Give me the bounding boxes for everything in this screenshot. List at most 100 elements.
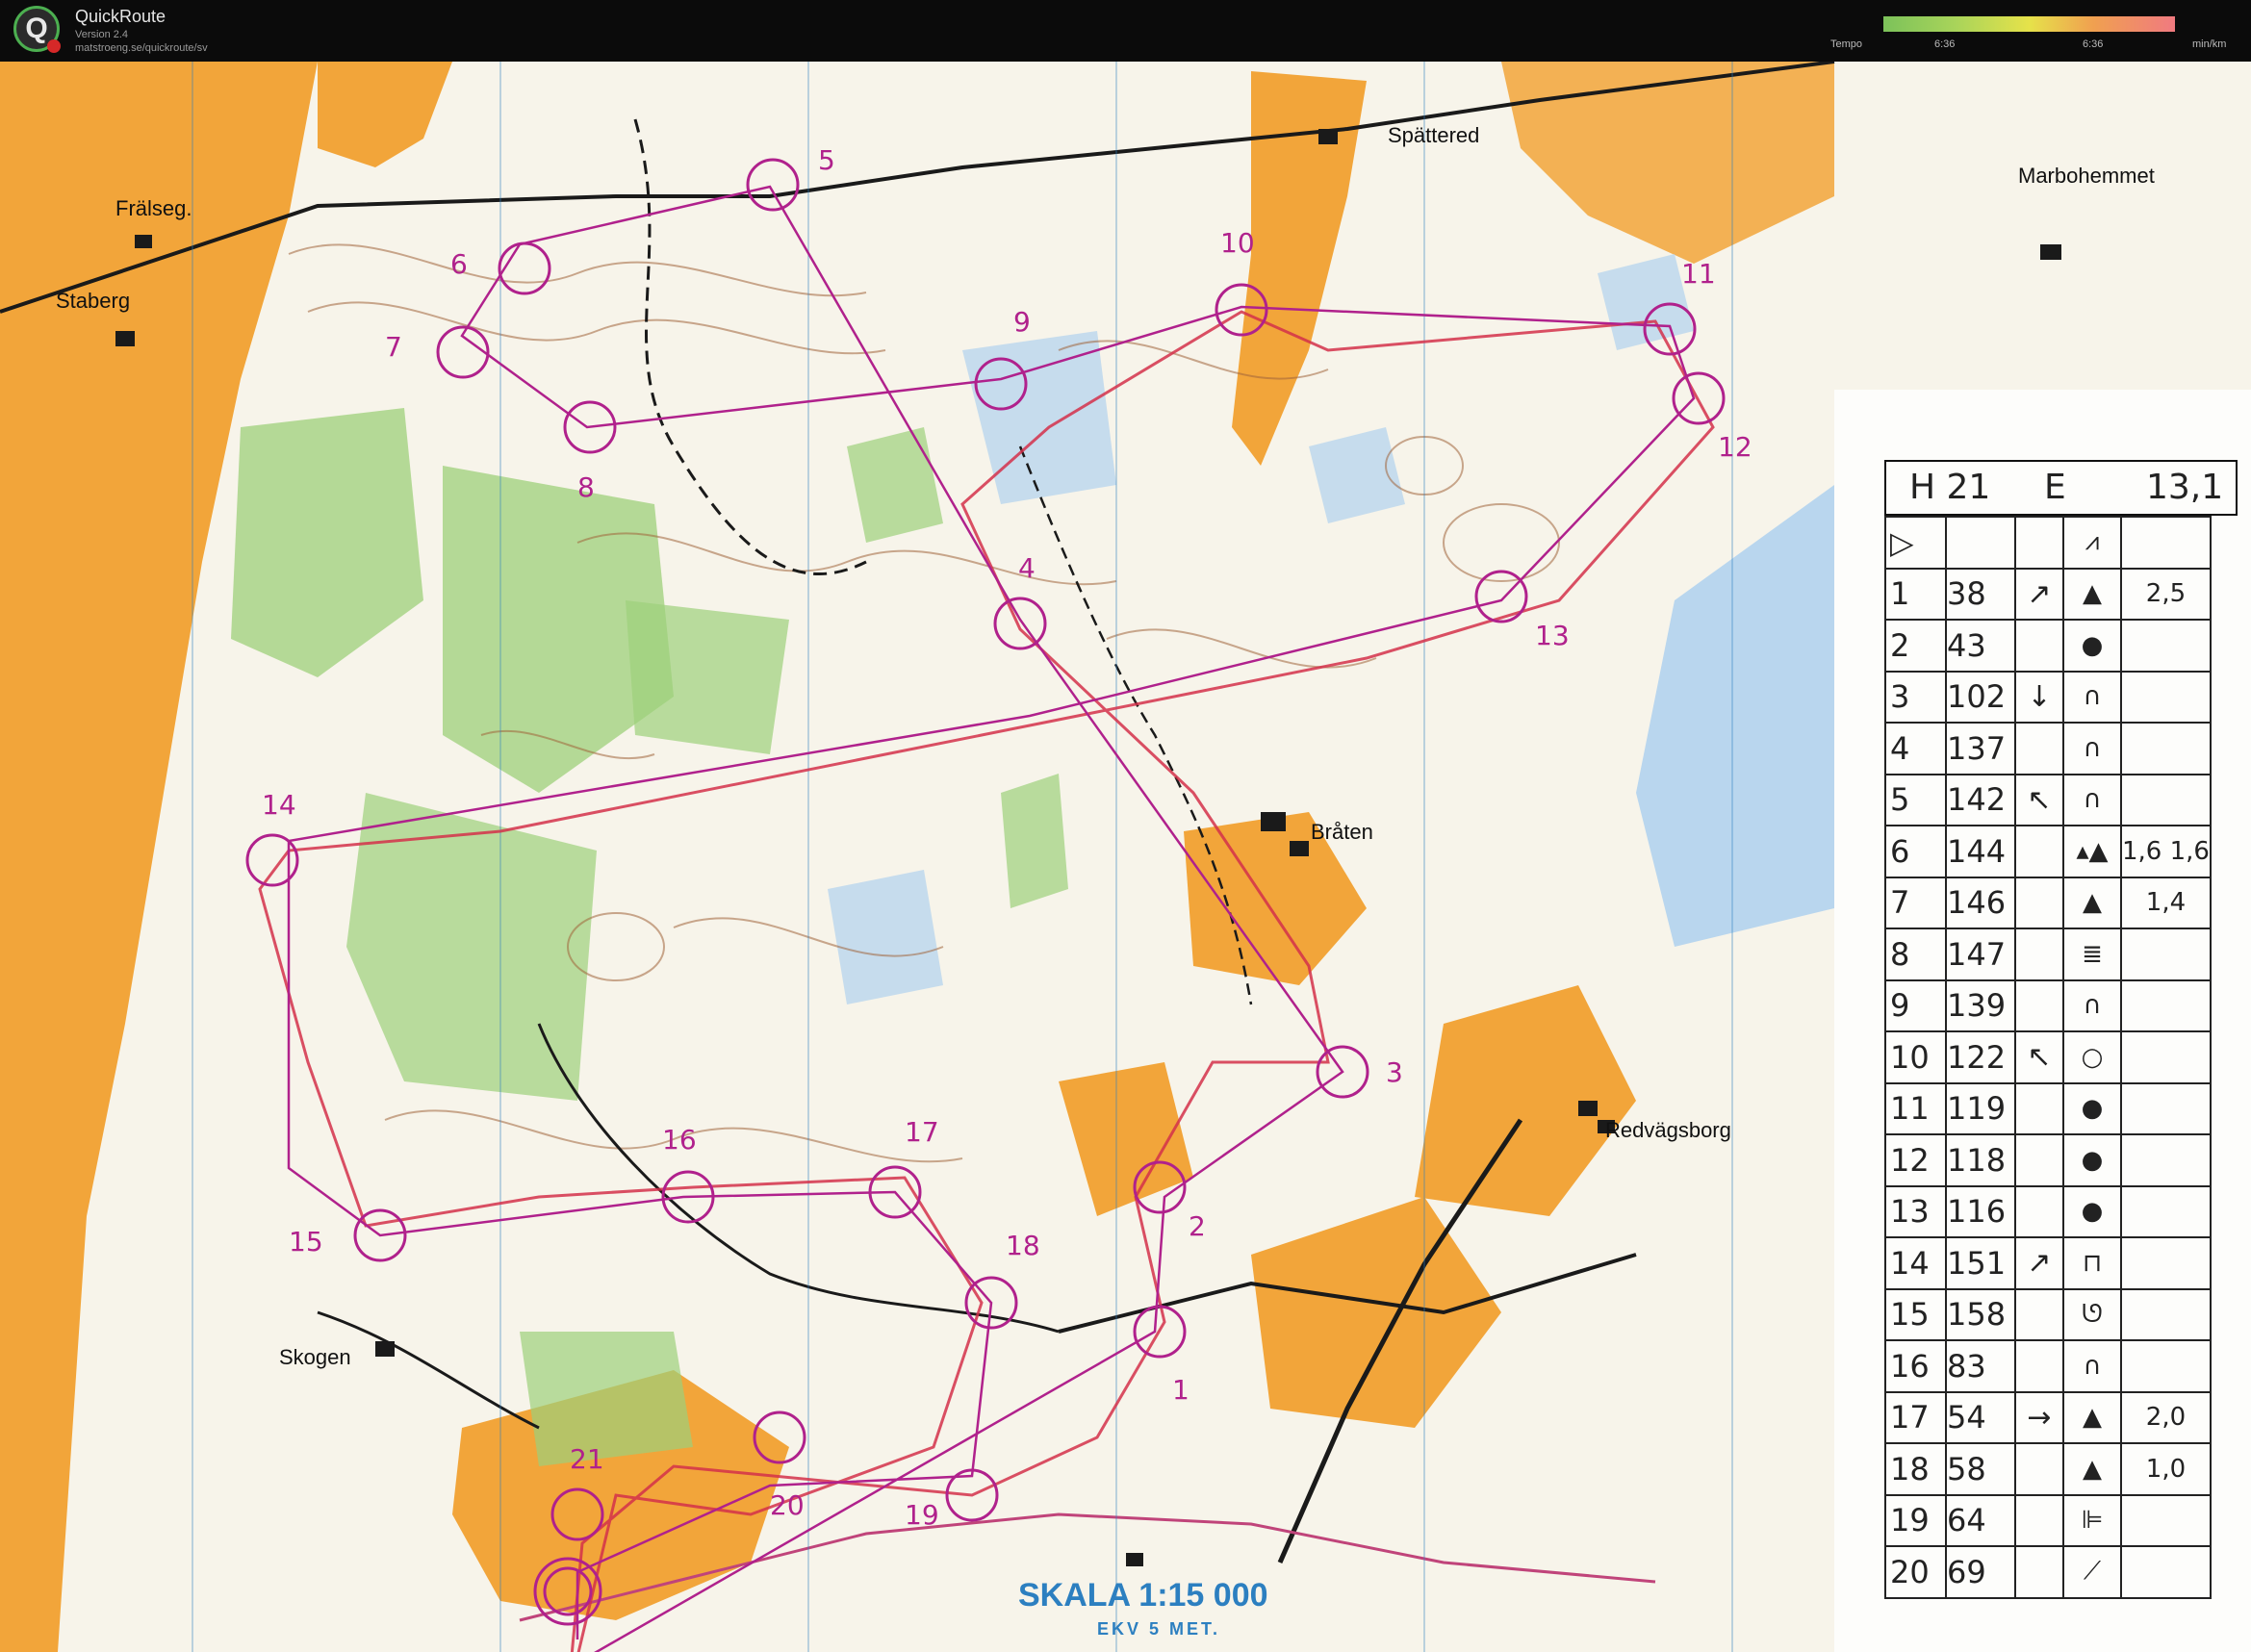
feature-symbol-icon: ≣ xyxy=(2062,928,2122,981)
direction-icon xyxy=(2014,722,2064,775)
feature-symbol-icon: ▴▲ xyxy=(2062,825,2122,878)
control-card-header: H 21 E 13,1 xyxy=(1884,460,2238,516)
control-number: 3 xyxy=(1884,670,1947,724)
place-skogen: Skogen xyxy=(279,1345,351,1369)
place-redvagsborg: Redvägsborg xyxy=(1605,1118,1731,1142)
tempo-label: Tempo xyxy=(1830,38,1863,50)
app-version: Version 2.4 xyxy=(75,29,129,40)
direction-icon xyxy=(2014,825,2064,878)
feature-size xyxy=(2120,1493,2212,1547)
control-number: 8 xyxy=(1884,928,1947,981)
control-row: 12 118 ● xyxy=(1884,1133,2212,1187)
control-number: 20 xyxy=(1884,1545,1947,1599)
green-area-7 xyxy=(1001,774,1068,908)
control-code: 122 xyxy=(1945,1030,2016,1084)
control-code: 147 xyxy=(1945,928,2016,981)
control-number-20: 20 xyxy=(770,1489,805,1521)
tempo-color-scale[interactable] xyxy=(1883,16,2175,32)
map-scale: SKALA 1:15 000 xyxy=(1018,1577,1268,1614)
control-number: 16 xyxy=(1884,1339,1947,1393)
control-code: 118 xyxy=(1945,1133,2016,1187)
feature-symbol-icon: ∩ xyxy=(2062,722,2122,775)
direction-icon xyxy=(2014,1081,2064,1135)
control-number-7: 7 xyxy=(385,331,402,363)
control-number: 9 xyxy=(1884,978,1947,1032)
control-number: 10 xyxy=(1884,1030,1947,1084)
place-braten: Bråten xyxy=(1311,820,1373,844)
marsh-2 xyxy=(828,870,943,1004)
control-number-4: 4 xyxy=(1018,552,1036,584)
direction-icon: ↖ xyxy=(2014,1030,2064,1084)
control-code: 116 xyxy=(1945,1184,2016,1238)
app-url[interactable]: matstroeng.se/quickroute/sv xyxy=(75,42,208,54)
feature-size xyxy=(2120,670,2212,724)
control-number: 17 xyxy=(1884,1390,1947,1444)
direction-icon: ↗ xyxy=(2014,567,2064,621)
app-name: QuickRoute xyxy=(75,7,166,26)
feature-symbol-icon: ∩ xyxy=(2062,670,2122,724)
feature-size xyxy=(2120,1236,2212,1290)
place-staberg: Staberg xyxy=(56,289,130,313)
control-number: 5 xyxy=(1884,773,1947,826)
direction-icon: → xyxy=(2014,1390,2064,1444)
control-row: 15 158 ᘎ xyxy=(1884,1287,2212,1341)
course-length: 13,1 xyxy=(2146,468,2224,507)
control-code: 54 xyxy=(1945,1390,2016,1444)
feature-symbol-icon: ∩ xyxy=(2062,773,2122,826)
feature-size xyxy=(2120,1184,2212,1238)
control-number: 14 xyxy=(1884,1236,1947,1290)
control-number-13: 13 xyxy=(1535,620,1570,651)
feature-size: 1,0 xyxy=(2120,1442,2212,1496)
tempo-mark-high: 6:36 xyxy=(2083,38,2104,50)
feature-symbol-icon: ▲ xyxy=(2062,876,2122,929)
control-number: 2 xyxy=(1884,619,1947,673)
tempo-mark-low: 6:36 xyxy=(1934,38,1956,50)
control-row: 11 119 ● xyxy=(1884,1081,2212,1135)
control-number: 18 xyxy=(1884,1442,1947,1496)
control-row: 19 64 ⊫ xyxy=(1884,1493,2212,1547)
control-row: 2 43 ● xyxy=(1884,619,2212,673)
title-bar: Q QuickRoute Version 2.4 matstroeng.se/q… xyxy=(0,0,2251,62)
course-class: H 21 xyxy=(1909,468,1991,507)
feature-symbol-icon: ● xyxy=(2062,1133,2122,1187)
control-code: 64 xyxy=(1945,1493,2016,1547)
control-number-21: 21 xyxy=(570,1443,604,1475)
control-code: 58 xyxy=(1945,1442,2016,1496)
feature-size xyxy=(2120,773,2212,826)
feature-size: 1,6 1,6 xyxy=(2120,825,2212,878)
feature-symbol-icon: ∩ xyxy=(2062,978,2122,1032)
control-number-8: 8 xyxy=(577,471,595,503)
place-fralseg: Frälseg. xyxy=(115,196,192,220)
control-code: 38 xyxy=(1945,567,2016,621)
control-number-2: 2 xyxy=(1189,1210,1206,1242)
control-number-14: 14 xyxy=(262,789,296,821)
control-number: 13 xyxy=(1884,1184,1947,1238)
logo-dot xyxy=(47,39,61,53)
control-number: 15 xyxy=(1884,1287,1947,1341)
control-code: 119 xyxy=(1945,1081,2016,1135)
feature-symbol-icon: ● xyxy=(2062,1184,2122,1238)
control-number-16: 16 xyxy=(662,1124,697,1156)
control-number: 6 xyxy=(1884,825,1947,878)
control-number: 4 xyxy=(1884,722,1947,775)
direction-icon xyxy=(2014,978,2064,1032)
control-number-18: 18 xyxy=(1006,1230,1040,1261)
direction-icon: ↗ xyxy=(2014,1236,2064,1290)
feature-symbol-icon: ▲ xyxy=(2062,567,2122,621)
direction-icon xyxy=(2014,1184,2064,1238)
control-number-11: 11 xyxy=(1681,258,1716,290)
feature-symbol-icon: ⟋ xyxy=(2062,1545,2122,1599)
direction-icon xyxy=(2014,1545,2064,1599)
quickroute-logo-icon: Q xyxy=(13,6,61,53)
feature-size: 2,0 xyxy=(2120,1390,2212,1444)
feature-symbol-icon: ⊓ xyxy=(2062,1236,2122,1290)
place-spattered: Spättered xyxy=(1388,123,1479,147)
control-number-17: 17 xyxy=(905,1116,939,1148)
direction-icon xyxy=(2014,619,2064,673)
control-number: 7 xyxy=(1884,876,1947,929)
control-code: 142 xyxy=(1945,773,2016,826)
control-number-3: 3 xyxy=(1386,1056,1403,1088)
feature-symbol-icon: ᘎ xyxy=(2062,1287,2122,1341)
control-number: 1 xyxy=(1884,567,1947,621)
control-code: 139 xyxy=(1945,978,2016,1032)
